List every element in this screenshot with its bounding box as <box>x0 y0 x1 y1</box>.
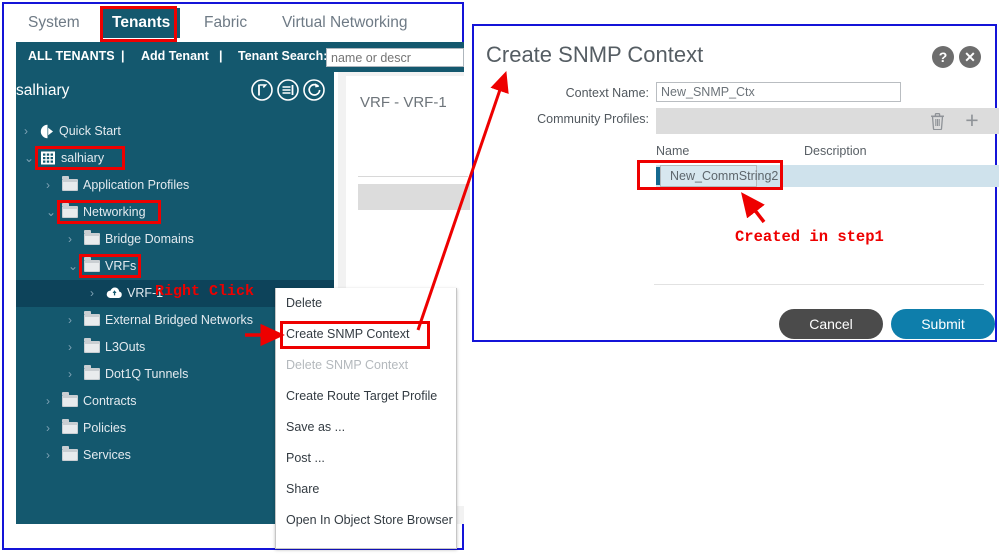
chevron-down-icon[interactable]: ⌄ <box>46 206 56 219</box>
context-menu-item-create-route-target-profile[interactable]: Create Route Target Profile <box>286 389 454 409</box>
folder-icon <box>62 446 78 461</box>
separator-1: | <box>121 49 125 63</box>
chevron-down-icon[interactable]: ⌄ <box>24 152 34 165</box>
chevron-right-icon[interactable]: › <box>46 179 56 192</box>
sidebar-item-application-profiles[interactable]: › Application Profiles <box>16 172 334 199</box>
community-profiles-label: Community Profiles: <box>537 112 649 126</box>
highlight-box-networking <box>57 200 161 224</box>
highlight-box-create-snmp-context <box>280 321 430 349</box>
tab-virtual-networking[interactable]: Virtual Networking <box>272 8 418 38</box>
tenant-search-input[interactable] <box>326 48 464 67</box>
chevron-right-icon[interactable]: › <box>24 125 34 138</box>
separator-2: | <box>219 49 223 63</box>
sidebar-item-label: Quick Start <box>59 124 121 138</box>
sidebar-item-label: Bridge Domains <box>105 232 194 246</box>
annotation-right-click: Right Click <box>155 283 255 300</box>
vrf-panel-divider <box>358 176 468 177</box>
highlight-box-vrfs <box>79 254 141 278</box>
submit-button[interactable]: Submit <box>891 309 995 339</box>
context-name-label: Context Name: <box>565 86 649 100</box>
folder-icon <box>62 176 78 191</box>
context-menu-item-share[interactable]: Share <box>286 482 454 502</box>
chevron-right-icon[interactable]: › <box>46 395 56 408</box>
sidebar-header: salhiary <box>16 72 334 110</box>
tenant-search-label: Tenant Search: <box>238 49 328 63</box>
folder-icon <box>62 419 78 434</box>
vrf-panel-placeholder-block <box>358 184 470 210</box>
chevron-right-icon[interactable]: › <box>68 314 78 327</box>
chevron-right-icon[interactable]: › <box>90 287 100 300</box>
help-icon[interactable]: ? <box>932 46 954 68</box>
quickstart-icon <box>40 124 55 142</box>
add-tenant-link[interactable]: Add Tenant <box>141 49 209 63</box>
sidebar-item-label: Application Profiles <box>83 178 190 192</box>
chevron-down-icon[interactable]: ⌄ <box>68 260 78 273</box>
tab-system[interactable]: System <box>18 8 90 38</box>
vrf-panel-title: VRF - VRF-1 <box>360 94 447 111</box>
tenants-tab-highlight-box <box>100 6 177 42</box>
sidebar-tenant-name: salhiary <box>16 82 70 99</box>
close-glyph: ✕ <box>964 49 976 65</box>
column-header-description: Description <box>804 144 867 158</box>
main-nav-tabs: System Tenants Fabric Virtual Networking <box>4 4 462 42</box>
vrf-cloud-icon <box>106 286 123 302</box>
chevron-right-icon[interactable]: › <box>68 233 78 246</box>
vrf-context-menu: Delete Create SNMP Context Delete SNMP Con… <box>275 288 457 549</box>
sidebar-item-label: Contracts <box>83 394 137 408</box>
cancel-button[interactable]: Cancel <box>779 309 883 339</box>
dialog-title: Create SNMP Context <box>486 42 704 67</box>
context-menu-item-save-as[interactable]: Save as ... <box>286 420 454 440</box>
list-icon[interactable] <box>276 78 300 102</box>
chevron-right-icon[interactable]: › <box>68 368 78 381</box>
chevron-right-icon[interactable]: › <box>68 341 78 354</box>
annotation-created-in-step1: Created in step1 <box>735 228 884 246</box>
context-menu-item-open-in-object-store-browser[interactable]: Open In Object Store Browser <box>286 513 454 533</box>
column-header-name: Name <box>656 144 690 158</box>
sidebar-item-label: External Bridged Networks <box>105 313 253 327</box>
community-profiles-toolbar <box>656 108 999 134</box>
folder-icon <box>84 311 100 326</box>
sidebar-item-bridge-domains[interactable]: › Bridge Domains <box>16 226 334 253</box>
context-menu-item-delete-snmp-context: Delete SNMP Context <box>286 358 409 372</box>
dialog-divider <box>654 284 984 285</box>
chevron-right-icon[interactable]: › <box>46 449 56 462</box>
tab-fabric[interactable]: Fabric <box>194 8 257 38</box>
folder-icon <box>84 230 100 245</box>
sidebar-item-label: Services <box>83 448 131 462</box>
context-name-input[interactable] <box>656 82 901 102</box>
plus-icon[interactable]: + <box>963 109 981 132</box>
sidebar-item-vrfs[interactable]: ⌄ VRFs <box>16 253 334 280</box>
context-menu-item-delete[interactable]: Delete <box>286 296 454 316</box>
sidebar-item-label: Dot1Q Tunnels <box>105 367 189 381</box>
refresh-icon[interactable] <box>302 78 326 102</box>
help-glyph: ? <box>938 49 948 65</box>
highlight-box-community-profile-row <box>637 160 783 190</box>
highlight-box-salhiary <box>35 146 125 170</box>
sidebar-item-label: L3Outs <box>105 340 146 354</box>
folder-icon <box>84 365 100 380</box>
collapse-icon[interactable] <box>250 78 274 102</box>
chevron-right-icon[interactable]: › <box>46 422 56 435</box>
folder-icon <box>84 338 100 353</box>
sidebar-item-label: Policies <box>83 421 127 435</box>
close-icon[interactable]: ✕ <box>959 46 981 68</box>
trash-icon[interactable] <box>929 112 946 131</box>
context-menu-item-post[interactable]: Post ... <box>286 451 454 471</box>
all-tenants-link[interactable]: ALL TENANTS <box>28 49 115 63</box>
sidebar-item-quick-start[interactable]: › Quick Start <box>16 118 334 145</box>
folder-icon <box>62 392 78 407</box>
